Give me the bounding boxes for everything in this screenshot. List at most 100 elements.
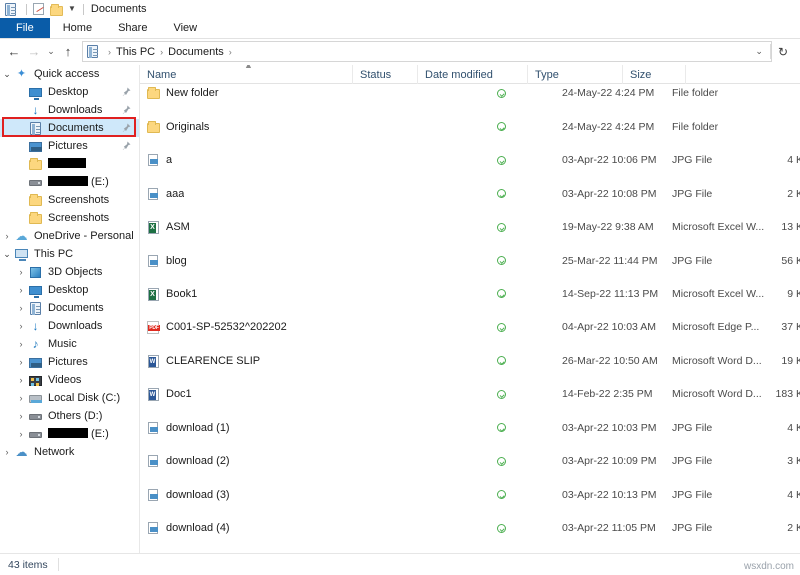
sidebar-item-desktop[interactable]: › Desktop bbox=[0, 281, 139, 299]
chevron-right-icon[interactable]: › bbox=[14, 393, 28, 403]
tab-home[interactable]: Home bbox=[50, 18, 105, 38]
table-row[interactable]: Book114-Sep-22 11:13 PMMicrosoft Excel W… bbox=[140, 286, 800, 303]
address-bar[interactable]: › This PC › Documents › ⌄ bbox=[82, 41, 772, 62]
sidebar-item-screenshots[interactable]: Screenshots bbox=[0, 191, 139, 209]
chevron-down-icon[interactable]: ⌄ bbox=[0, 249, 14, 260]
file-name-cell[interactable]: Originals bbox=[147, 118, 209, 135]
sidebar-item-onedrive-personal[interactable]: › ☁ OneDrive - Personal bbox=[0, 227, 139, 245]
tab-view[interactable]: View bbox=[160, 18, 210, 38]
column-header-name[interactable]: Name ▲ bbox=[140, 65, 352, 84]
pin-icon[interactable] bbox=[122, 123, 131, 133]
sidebar-item-downloads[interactable]: ↓ Downloads bbox=[0, 101, 139, 119]
sidebar-item-pictures[interactable]: Pictures bbox=[0, 137, 139, 155]
type-cell: JPG File bbox=[672, 187, 713, 200]
sidebar-item-desktop[interactable]: Desktop bbox=[0, 83, 139, 101]
column-header-status[interactable]: Status bbox=[352, 65, 417, 84]
folder-icon bbox=[147, 120, 160, 134]
file-name-cell[interactable]: download (3) bbox=[147, 486, 230, 503]
sidebar-item-pictures[interactable]: › Pictures bbox=[0, 353, 139, 371]
sidebar-item-others-d[interactable]: › Others (D:) bbox=[0, 407, 139, 425]
properties-icon[interactable] bbox=[32, 2, 46, 16]
pin-icon[interactable] bbox=[122, 105, 131, 115]
pin-icon[interactable] bbox=[122, 141, 131, 151]
sidebar-item-network[interactable]: › ☁ Network bbox=[0, 443, 139, 461]
file-name-cell[interactable]: aaa bbox=[147, 185, 184, 202]
chevron-right-icon[interactable]: › bbox=[14, 411, 28, 421]
sidebar-item-screenshots[interactable]: Screenshots bbox=[0, 209, 139, 227]
table-row[interactable]: download (1) 03-Apr-22 10:03 PM JPG File 4 … bbox=[140, 419, 800, 436]
sidebar-item-documents[interactable]: Documents bbox=[0, 119, 139, 137]
sidebar-item-label: (E:) bbox=[48, 176, 109, 188]
breadcrumb-separator-2[interactable]: › bbox=[229, 47, 232, 57]
forward-button[interactable]: → bbox=[24, 42, 44, 62]
sidebar-item-label: Documents bbox=[48, 122, 104, 134]
file-name-cell[interactable]: ASM bbox=[147, 219, 190, 236]
table-row[interactable]: New folder 24-May-22 4:24 PM File folder bbox=[140, 85, 800, 102]
chevron-right-icon[interactable]: › bbox=[0, 447, 14, 457]
jpg-icon bbox=[147, 454, 160, 468]
file-name-label: aaa bbox=[166, 187, 185, 200]
file-name-label: download (3) bbox=[166, 488, 230, 501]
table-row[interactable]: CLEARENCE SLIP26-Mar-22 10:50 AMMicrosof… bbox=[140, 353, 800, 370]
column-header-date-modified[interactable]: Date modified bbox=[417, 65, 527, 84]
table-row[interactable]: a 03-Apr-22 10:06 PM JPG File 4 KB bbox=[140, 152, 800, 169]
table-row[interactable]: C001-SP-52532^20220204-Apr-22 10:03 AMMi… bbox=[140, 319, 800, 336]
recent-locations-icon[interactable]: ⌄ bbox=[44, 42, 58, 62]
chevron-right-icon[interactable]: › bbox=[14, 321, 28, 331]
table-row[interactable]: aaa 03-Apr-22 10:08 PM JPG File 2 KB bbox=[140, 185, 800, 202]
chevron-right-icon[interactable]: › bbox=[14, 375, 28, 385]
up-button[interactable]: ↑ bbox=[58, 42, 78, 62]
sidebar-item-redacted-5[interactable] bbox=[0, 155, 139, 173]
file-name-cell[interactable]: Book1 bbox=[147, 286, 197, 303]
table-row[interactable]: download (4) 03-Apr-22 11:05 PM JPG File 2 … bbox=[140, 520, 800, 537]
file-name-cell[interactable]: CLEARENCE SLIP bbox=[147, 353, 260, 370]
breadcrumb-this-pc[interactable]: This PC bbox=[116, 46, 155, 58]
chevron-down-icon[interactable]: ⌄ bbox=[0, 69, 14, 80]
sidebar-item-documents[interactable]: › Documents bbox=[0, 299, 139, 317]
breadcrumb-separator-1: › bbox=[160, 46, 164, 57]
sidebar-item-quick-access[interactable]: ⌄ ✦ Quick access bbox=[0, 65, 139, 83]
type-cell: JPG File bbox=[672, 522, 713, 535]
sidebar-item-downloads[interactable]: › ↓ Downloads bbox=[0, 317, 139, 335]
address-dropdown-icon[interactable]: ⌄ bbox=[748, 46, 770, 57]
refresh-button[interactable]: ↻ bbox=[772, 45, 794, 59]
table-row[interactable]: blog 25-Mar-22 11:44 PM JPG File 56 KB bbox=[140, 252, 800, 269]
sidebar-item-videos[interactable]: › Videos bbox=[0, 371, 139, 389]
new-folder-icon[interactable] bbox=[49, 2, 63, 16]
breadcrumb-documents[interactable]: Documents bbox=[168, 46, 224, 58]
column-header-size[interactable]: Size bbox=[622, 65, 685, 84]
sidebar-item-music[interactable]: › ♪ Music bbox=[0, 335, 139, 353]
sidebar-item-local-disk-c[interactable]: › Local Disk (C:) bbox=[0, 389, 139, 407]
folder-icon bbox=[28, 211, 43, 225]
file-name-cell[interactable]: download (2) bbox=[147, 453, 230, 470]
file-name-cell[interactable]: download (1) bbox=[147, 419, 230, 436]
table-row[interactable]: download (3) 03-Apr-22 10:13 PM JPG File 4 … bbox=[140, 486, 800, 503]
file-name-cell[interactable]: a bbox=[147, 152, 172, 169]
chevron-right-icon[interactable]: › bbox=[14, 303, 28, 313]
back-button[interactable]: ← bbox=[4, 42, 24, 62]
table-row[interactable]: Doc114-Feb-22 2:35 PMMicrosoft Word D...… bbox=[140, 386, 800, 403]
file-name-cell[interactable]: New folder bbox=[147, 85, 219, 102]
sidebar-item-3d-objects[interactable]: › 3D Objects bbox=[0, 263, 139, 281]
table-row[interactable]: download (2) 03-Apr-22 10:09 PM JPG File 3 … bbox=[140, 453, 800, 470]
file-name-cell[interactable]: blog bbox=[147, 252, 187, 269]
tab-share[interactable]: Share bbox=[105, 18, 160, 38]
chevron-right-icon[interactable]: › bbox=[14, 267, 28, 277]
file-name-cell[interactable]: C001-SP-52532^202202 bbox=[147, 319, 287, 336]
chevron-right-icon[interactable]: › bbox=[14, 285, 28, 295]
sidebar-item-this-pc[interactable]: ⌄ This PC bbox=[0, 245, 139, 263]
table-row[interactable]: Originals 24-May-22 4:24 PM File folder bbox=[140, 118, 800, 135]
tab-file[interactable]: File bbox=[0, 18, 50, 38]
pin-icon[interactable] bbox=[122, 87, 131, 97]
customize-caret-icon[interactable]: ▼ bbox=[68, 5, 76, 13]
chevron-right-icon[interactable]: › bbox=[14, 429, 28, 439]
chevron-right-icon[interactable]: › bbox=[14, 357, 28, 367]
file-name-cell[interactable]: download (4) bbox=[147, 520, 230, 537]
sidebar-item-e[interactable]: › (E:) bbox=[0, 425, 139, 443]
chevron-right-icon[interactable]: › bbox=[0, 231, 14, 241]
file-name-cell[interactable]: Doc1 bbox=[147, 386, 192, 403]
chevron-right-icon[interactable]: › bbox=[14, 339, 28, 349]
sidebar-item-e[interactable]: (E:) bbox=[0, 173, 139, 191]
column-header-type[interactable]: Type bbox=[527, 65, 622, 84]
table-row[interactable]: ASM19-May-22 9:38 AMMicrosoft Excel W...… bbox=[140, 219, 800, 236]
